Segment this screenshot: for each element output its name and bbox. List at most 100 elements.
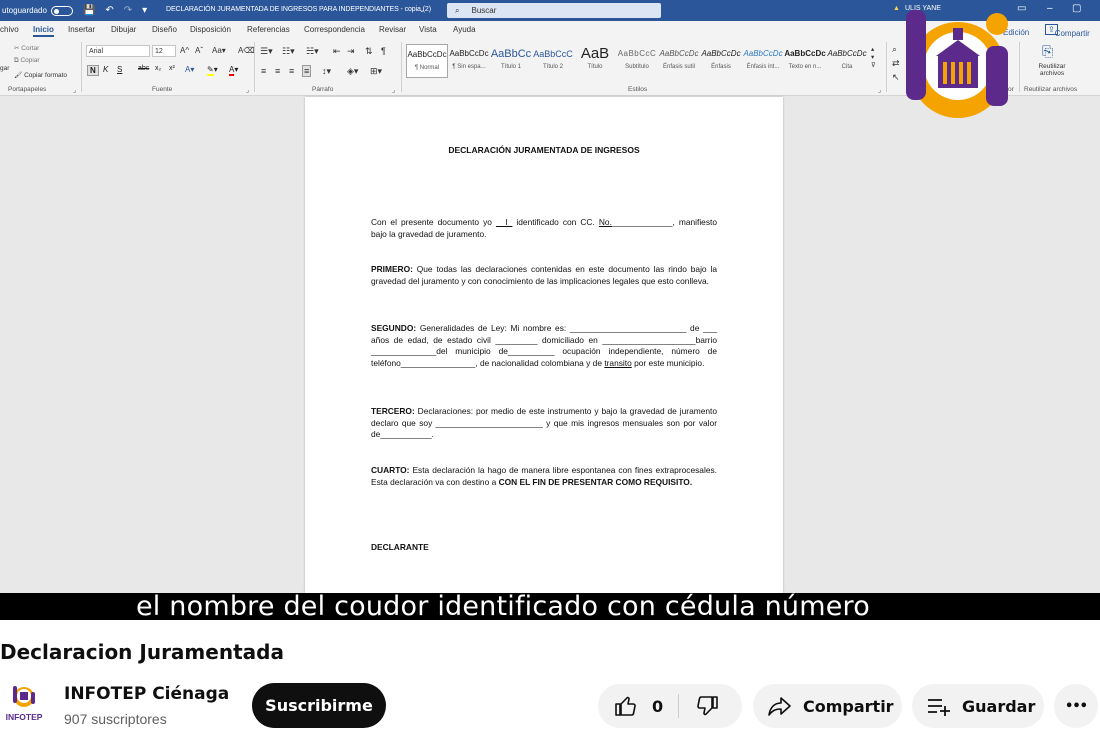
share-button[interactable]: ⇪ Compartir	[1045, 24, 1090, 38]
italic-button[interactable]: K	[103, 65, 108, 74]
styles-scroll-icon[interactable]: ▴ ▾ ⊽	[871, 45, 876, 69]
style-no-spacing[interactable]: AaBbCcDc ¶ Sin espa...	[448, 44, 490, 78]
styles-group-label: Estilos	[628, 86, 648, 93]
align-center-icon[interactable]: ≡	[275, 66, 280, 76]
text-effects-icon[interactable]: A▾	[185, 65, 194, 74]
save-video-label: Guardar	[962, 696, 1036, 716]
document-page[interactable]: DECLARACIÓN JURAMENTADA DE INGRESOS Con …	[305, 97, 783, 593]
search-icon: ⌕	[455, 5, 460, 15]
undo-icon[interactable]: ↶	[105, 5, 113, 16]
font-color-icon[interactable]: A▾	[229, 65, 238, 76]
channel-name[interactable]: INFOTEP Ciénaga	[64, 684, 229, 704]
shrink-font-icon[interactable]: Aˇ	[195, 46, 203, 55]
style-normal[interactable]: AaBbCcDc ¶ Normal	[406, 44, 448, 78]
copy-button[interactable]: ⧉ Copiar	[14, 57, 40, 65]
borders-icon[interactable]: ⊞▾	[370, 66, 382, 77]
cut-button[interactable]: ✂ Cortar	[14, 44, 39, 52]
save-icon[interactable]: 💾	[83, 5, 95, 16]
bold-button[interactable]: N	[87, 65, 99, 76]
tab-referencias[interactable]: Referencias	[247, 25, 290, 34]
align-left-icon[interactable]: ≡	[261, 66, 266, 76]
channel-avatar[interactable]: INFOTEP	[2, 683, 46, 727]
tab-dibujar[interactable]: Dibujar	[111, 25, 136, 34]
highlight-icon[interactable]: ✎▾	[207, 65, 218, 76]
superscript-button[interactable]: x²	[169, 65, 175, 72]
paste-button[interactable]: gar	[0, 65, 9, 72]
reuse-files-icon[interactable]: ⎘	[1042, 43, 1053, 60]
style-heading-1[interactable]: AaBbCc Título 1	[490, 44, 532, 78]
bullets-icon[interactable]: ☰▾	[260, 46, 273, 57]
font-size-select[interactable]: 12	[152, 45, 176, 57]
align-right-icon[interactable]: ≡	[289, 66, 294, 76]
sort-icon[interactable]: ⇅	[365, 46, 373, 57]
format-painter-button[interactable]: 🖌 Copiar formato	[14, 71, 67, 79]
document-heading: DECLARACIÓN JURAMENTADA DE INGRESOS	[448, 145, 640, 155]
tab-inicio[interactable]: Inicio	[33, 25, 54, 37]
clear-format-icon[interactable]: A⌫	[238, 46, 255, 55]
word-search-box[interactable]: ⌕ Buscar	[447, 3, 661, 18]
autosave-toggle[interactable]	[50, 5, 73, 16]
tab-disposicion[interactable]: Disposición	[190, 25, 231, 34]
styles-launcher-icon[interactable]: ⌟	[878, 86, 881, 94]
minimize-icon[interactable]: –	[1047, 3, 1053, 14]
style-intense-emphasis[interactable]: AaBbCcDc Énfasis int...	[742, 44, 784, 78]
line-spacing-icon[interactable]: ↕▾	[322, 66, 331, 77]
dislike-button[interactable]	[679, 694, 719, 718]
decrease-indent-icon[interactable]: ⇤	[333, 46, 341, 57]
subscript-button[interactable]: x₂	[155, 65, 161, 72]
change-case-icon[interactable]: Aa▾	[212, 46, 226, 55]
underline-button[interactable]: S	[117, 65, 122, 74]
save-video-button[interactable]: Guardar	[912, 684, 1044, 728]
like-button[interactable]: 0	[598, 694, 678, 718]
maximize-icon[interactable]: ▢	[1072, 3, 1081, 14]
numbering-icon[interactable]: ☷▾	[282, 46, 295, 57]
style-strong[interactable]: AaBbCcDc Texto en n...	[784, 44, 826, 78]
increase-indent-icon[interactable]: ⇥	[347, 46, 355, 57]
style-subtle-emphasis[interactable]: AaBbCcDc Énfasis sutil	[658, 44, 700, 78]
subscribe-button[interactable]: Suscribirme	[252, 683, 386, 728]
dislike-icon	[697, 696, 718, 716]
style-emphasis[interactable]: AaBbCcDc Énfasis	[700, 44, 742, 78]
show-marks-icon[interactable]: ¶	[381, 46, 386, 56]
replace-icon[interactable]: ⇄	[892, 58, 900, 69]
tab-correspondencia[interactable]: Correspondencia	[304, 25, 365, 34]
share-icon	[768, 697, 791, 716]
multilevel-list-icon[interactable]: ☵▾	[306, 46, 319, 57]
tab-diseno[interactable]: Diseño	[152, 25, 177, 34]
reuse-files-button[interactable]: Reutilizar archivos	[1034, 63, 1070, 77]
video-title: Declaracion Juramentada	[0, 640, 284, 664]
tab-ayuda[interactable]: Ayuda	[453, 25, 476, 34]
more-actions-button[interactable]: •••	[1054, 684, 1098, 728]
grow-font-icon[interactable]: A^	[180, 46, 189, 55]
find-icon[interactable]: ⌕	[892, 44, 897, 55]
strikethrough-button[interactable]: abc	[138, 65, 149, 72]
paragraph-launcher-icon[interactable]: ⌟	[392, 86, 395, 94]
redo-icon[interactable]: ↷	[124, 5, 132, 16]
shading-icon[interactable]: ◈▾	[347, 66, 358, 77]
style-heading-2[interactable]: AaBbCcC Título 2	[532, 44, 574, 78]
doc-title-chevron-icon[interactable]: ⌄	[419, 6, 425, 14]
style-quote[interactable]: AaBbCcDc Cita	[826, 44, 868, 78]
share-video-button[interactable]: Compartir	[753, 684, 902, 728]
primero-paragraph: PRIMERO: Que todas las declaraciones con…	[371, 264, 717, 286]
customize-qat-icon[interactable]: ▾	[142, 5, 147, 16]
font-launcher-icon[interactable]: ⌟	[246, 86, 249, 94]
video-caption: el nombre del coudor identificado con cé…	[136, 591, 870, 621]
clipboard-launcher-icon[interactable]: ⌟	[73, 86, 76, 94]
autosave-label: utoguardado	[2, 6, 47, 15]
like-dislike-group: 0	[598, 684, 742, 728]
tab-insertar[interactable]: Insertar	[68, 25, 95, 34]
document-title: DECLARACIÓN JURAMENTADA DE INGRESOS PARA…	[166, 6, 431, 13]
style-subtitle[interactable]: AaBbCcC Subtítulo	[616, 44, 658, 78]
font-name-select[interactable]: Arial	[86, 45, 150, 57]
document-canvas[interactable]: DECLARACIÓN JURAMENTADA DE INGRESOS Con …	[0, 97, 1100, 593]
select-icon[interactable]: ↖	[892, 72, 900, 83]
share-video-label: Compartir	[803, 696, 894, 716]
clipboard-group-label: Portapapeles	[8, 86, 47, 93]
tab-revisar[interactable]: Revisar	[379, 25, 406, 34]
tab-archivo[interactable]: chivo	[0, 25, 19, 34]
style-title[interactable]: AaB Título	[574, 44, 616, 78]
video-player[interactable]: utoguardado 💾 ↶ ↷ ▾ DECLARACIÓN JURAMENT…	[0, 0, 1100, 620]
tab-vista[interactable]: Vista	[419, 25, 437, 34]
justify-icon[interactable]: ≡	[302, 65, 312, 77]
